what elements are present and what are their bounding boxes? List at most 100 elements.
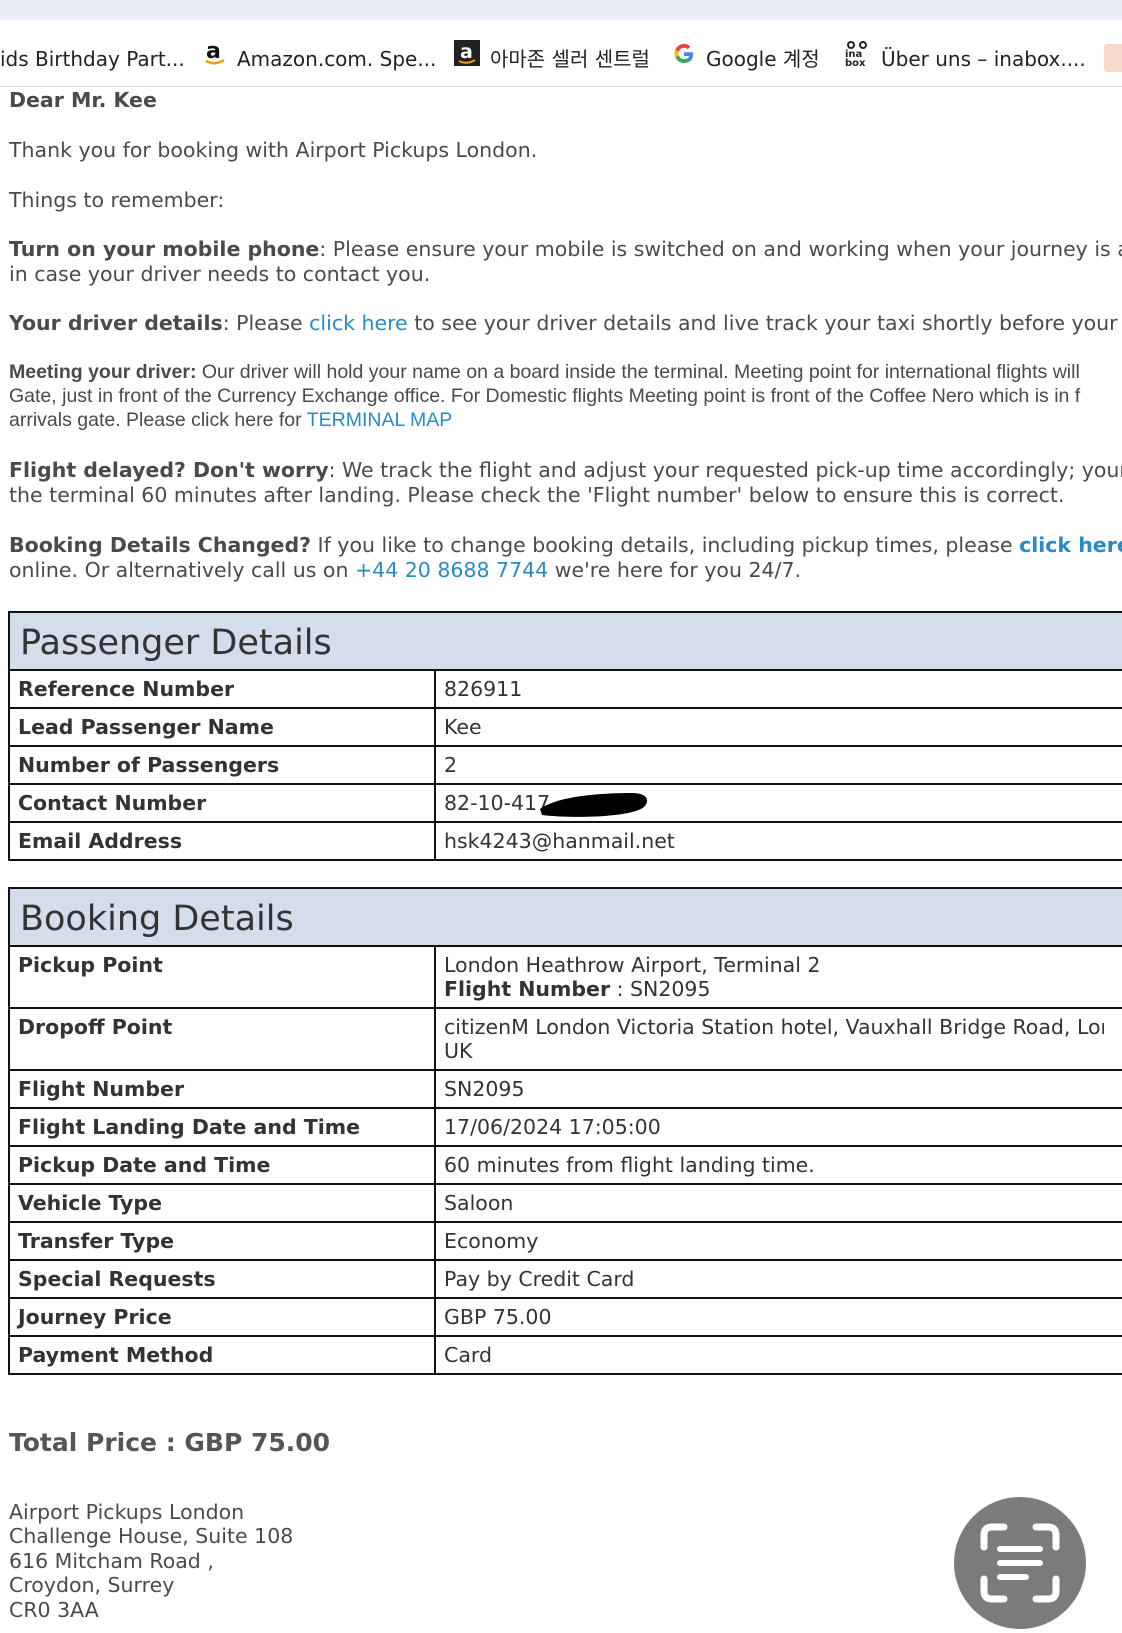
greeting: Dear Mr. Kee <box>9 88 157 112</box>
svg-text:a: a <box>460 41 473 63</box>
dropoff-point-cell: citizenM London Victoria Station hotel, … <box>434 1007 1122 1071</box>
row-value: Kee <box>434 707 1122 747</box>
passenger-details-table: Passenger Details Reference Number 826911… <box>8 611 1122 861</box>
contact-number-cell: 82-10-417 <box>434 783 1122 823</box>
bookmarks-bar: ids Birthday Part... a Amazon.com. Spe..… <box>0 40 1122 78</box>
change-text-2b: we're here for you 24/7. <box>548 558 802 582</box>
row-label: Email Address <box>8 821 436 861</box>
meeting-paragraph: Meeting your driver: Our driver will hol… <box>9 360 1080 384</box>
table-row: Email Address hsk4243@hanmail.net <box>8 821 1122 861</box>
bookmark-label: Über uns – inabox.... <box>881 47 1086 71</box>
row-value: 2 <box>434 745 1122 785</box>
change-booking-link[interactable]: click here <box>1019 533 1122 557</box>
change-line2: online. Or alternatively call us on +44 … <box>9 558 801 582</box>
row-label: Flight Landing Date and Time <box>8 1107 436 1147</box>
row-label: Vehicle Type <box>8 1183 436 1223</box>
pickup-point-value: London Heathrow Airport, Terminal 2 <box>444 953 821 977</box>
row-value: 826911 <box>434 669 1122 709</box>
bookmark-label: Google 계정 <box>706 47 820 71</box>
bookmark-label: 아마존 셀러 센트럴 <box>490 47 650 71</box>
remember-heading: Things to remember: <box>9 188 225 212</box>
terminal-map-link[interactable]: TERMINAL MAP <box>307 409 453 431</box>
table-row: Number of Passengers 2 <box>8 745 1122 785</box>
redaction-scribble <box>540 793 648 817</box>
row-value: hsk4243@hanmail.net <box>434 821 1122 861</box>
table-row: Contact Number 82-10-417 <box>8 783 1122 823</box>
delay-text-1: : We track the flight and adjust your re… <box>328 458 1122 482</box>
pickup-point-cell: London Heathrow Airport, Terminal 2 Fligh… <box>434 945 1122 1009</box>
driver-pre: : Please <box>222 311 310 335</box>
meeting-title: Meeting your driver: <box>9 361 197 383</box>
table-row: Pickup Date and Time 60 minutes from flig… <box>8 1145 1122 1185</box>
table-row: Flight Landing Date and Time 17/06/2024 1… <box>8 1107 1122 1147</box>
row-label: Flight Number <box>8 1069 436 1109</box>
change-text-1: If you like to change booking details, i… <box>311 533 1020 557</box>
dropoff-point-value: citizenM London Victoria Station hotel, … <box>444 1015 1104 1039</box>
address-line: Croydon, Surrey <box>9 1573 175 1598</box>
scan-text-icon <box>980 1523 1060 1603</box>
row-label: Dropoff Point <box>8 1007 436 1071</box>
row-label: Reference Number <box>8 669 436 709</box>
row-value: SN2095 <box>434 1069 1122 1109</box>
company-address: Airport Pickups London Challenge House, … <box>9 1500 293 1622</box>
bookmark-overflow[interactable] <box>1104 44 1122 72</box>
row-value: Card <box>434 1335 1122 1375</box>
bookmark-inabox[interactable]: ina box Über uns – inabox.... <box>843 40 1086 78</box>
dropoff-country: UK <box>444 1039 473 1063</box>
total-price: Total Price : GBP 75.00 <box>9 1428 331 1457</box>
svg-text:a: a <box>206 40 221 64</box>
bookmark-birthday[interactable]: ids Birthday Part... <box>0 40 185 78</box>
table-row: Lead Passenger Name Kee <box>8 707 1122 747</box>
driver-title: Your driver details <box>9 311 223 335</box>
table-row: Transfer Type Economy <box>8 1221 1122 1261</box>
row-label: Transfer Type <box>8 1221 436 1261</box>
address-line: CR0 3AA <box>9 1597 99 1622</box>
table-row: Journey Price GBP 75.00 <box>8 1297 1122 1337</box>
booking-details-heading: Booking Details <box>8 887 1122 947</box>
bookmarks-divider <box>0 86 1122 87</box>
row-label: Number of Passengers <box>8 745 436 785</box>
row-value: GBP 75.00 <box>434 1297 1122 1337</box>
bookmark-seller-central[interactable]: a 아마존 셀러 센트럴 <box>454 40 650 78</box>
phone-text-line2: in case your driver needs to contact you… <box>9 262 431 286</box>
table-row: Vehicle Type Saloon <box>8 1183 1122 1223</box>
driver-paragraph: Your driver details: Please click here t… <box>9 311 1122 335</box>
meeting-line3: arrivals gate. Please click here for TER… <box>9 408 452 432</box>
table-row: Payment Method Card <box>8 1335 1122 1375</box>
phone-title: Turn on your mobile phone <box>9 237 320 261</box>
phone-text: : Please ensure your mobile is switched … <box>319 237 1122 261</box>
table-row: Pickup Point London Heathrow Airport, Te… <box>8 945 1122 1009</box>
row-label: Special Requests <box>8 1259 436 1299</box>
address-line: Challenge House, Suite 108 <box>9 1524 294 1549</box>
row-value: 82-10-417 <box>444 791 551 815</box>
meeting-text-3: arrivals gate. Please click here for <box>9 409 307 431</box>
driver-post: to see your driver details and live trac… <box>407 311 1122 335</box>
driver-details-link[interactable]: click here <box>309 311 408 335</box>
row-value: Pay by Credit Card <box>434 1259 1122 1299</box>
row-label: Journey Price <box>8 1297 436 1337</box>
address-line: 616 Mitcham Road , <box>9 1548 214 1573</box>
row-label: Pickup Point <box>8 945 436 1009</box>
pickup-flight-label: Flight Number <box>444 977 611 1001</box>
bookmark-google[interactable]: Google 계정 <box>672 40 820 78</box>
change-paragraph: Booking Details Changed? If you like to … <box>9 533 1122 557</box>
bookmark-label: ids Birthday Part... <box>0 47 185 71</box>
svg-text:box: box <box>845 58 866 67</box>
change-text-2a: online. Or alternatively call us on <box>9 558 355 582</box>
address-line: Airport Pickups London <box>9 1500 245 1524</box>
live-text-button[interactable] <box>954 1497 1086 1629</box>
amazon-box-icon: a <box>454 40 480 78</box>
bookmark-amazon[interactable]: a Amazon.com. Spe... <box>203 40 436 78</box>
amazon-icon: a <box>203 40 227 78</box>
inabox-icon: ina box <box>843 40 871 78</box>
google-icon <box>672 40 696 78</box>
row-value: 17/06/2024 17:05:00 <box>434 1107 1122 1147</box>
table-row: Reference Number 826911 <box>8 669 1122 709</box>
row-label: Contact Number <box>8 783 436 823</box>
table-row: Special Requests Pay by Credit Card <box>8 1259 1122 1299</box>
phone-number-link[interactable]: +44 20 8688 7744 <box>355 558 548 582</box>
change-title: Booking Details Changed? <box>9 533 312 557</box>
row-label: Payment Method <box>8 1335 436 1375</box>
delay-text-2: the terminal 60 minutes after landing. P… <box>9 483 1065 507</box>
row-value: Economy <box>434 1221 1122 1261</box>
